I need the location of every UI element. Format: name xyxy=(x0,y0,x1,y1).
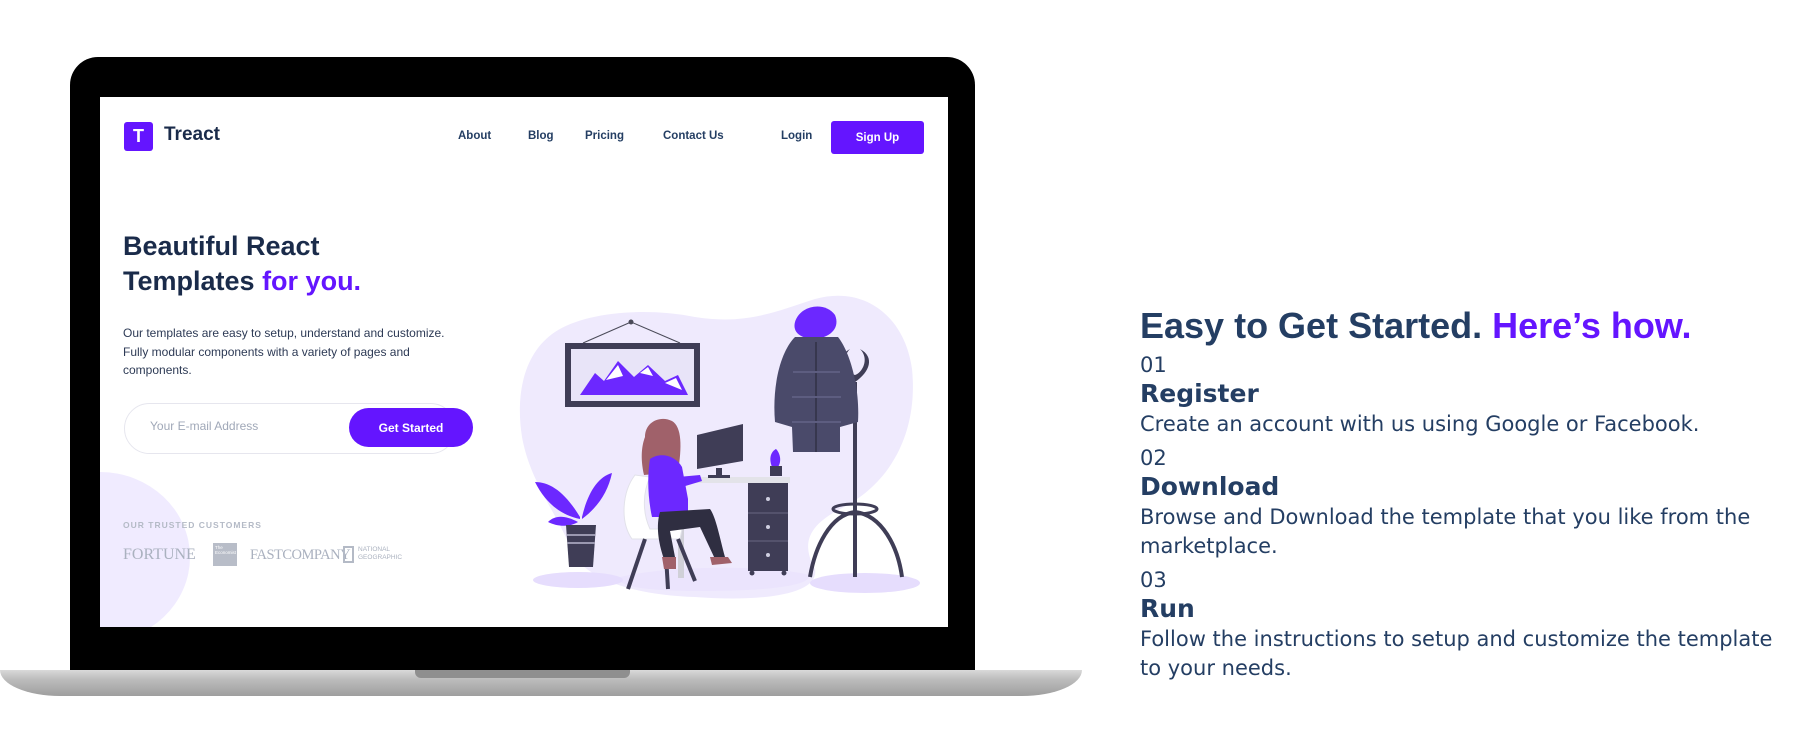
step-number: 01 xyxy=(1140,353,1167,377)
economist-logo: The Economist xyxy=(213,543,237,566)
fast-company-logo: FASTCOMPANY xyxy=(250,547,351,563)
logo-icon[interactable]: T xyxy=(124,122,153,151)
nav-contact-us[interactable]: Contact Us xyxy=(663,130,724,142)
step-description: Follow the instructions to setup and cus… xyxy=(1140,627,1773,680)
email-input[interactable]: Your E-mail Address xyxy=(150,419,320,433)
step-heading: Download xyxy=(1140,472,1280,501)
signup-button[interactable]: Sign Up xyxy=(831,121,924,154)
national-geographic-logo: NATIONAL GEOGRAPHIC xyxy=(358,546,403,561)
step-download: 02 Download Browse and Download the temp… xyxy=(1140,445,1780,561)
step-description: Create an account with us using Google o… xyxy=(1140,412,1700,436)
step-heading: Run xyxy=(1140,594,1195,623)
hero-illustration xyxy=(519,295,920,599)
get-started-button[interactable]: Get Started xyxy=(349,408,473,447)
hero-heading-accent: for you. xyxy=(262,266,362,296)
nav-blog[interactable]: Blog xyxy=(528,130,554,142)
step-heading: Register xyxy=(1140,379,1259,408)
fortune-logo: FORTUNE xyxy=(123,546,196,563)
national-geographic-frame-icon xyxy=(343,546,354,563)
step-number: 02 xyxy=(1140,446,1167,470)
step-description: Browse and Download the template that yo… xyxy=(1140,505,1751,558)
section-title-main: Easy to Get Started. xyxy=(1140,305,1483,346)
step-register: 01 Register Create an account with us us… xyxy=(1140,352,1780,439)
step-run: 03 Run Follow the instructions to setup … xyxy=(1140,567,1780,683)
floor-shadow-plant xyxy=(533,572,623,588)
nav-pricing[interactable]: Pricing xyxy=(585,130,624,142)
brand-name[interactable]: Treact xyxy=(164,124,220,146)
hero-heading: Beautiful React Templates for you. xyxy=(123,229,453,299)
hero-description: Our templates are easy to setup, underst… xyxy=(123,326,445,377)
plant-pot xyxy=(566,525,596,567)
login-link[interactable]: Login xyxy=(781,130,812,142)
email-form: Your E-mail Address Get Started xyxy=(124,403,473,454)
section-title: Easy to Get Started. Here’s how. xyxy=(1140,305,1692,347)
nav-about[interactable]: About xyxy=(458,130,491,142)
section-title-accent: Here’s how. xyxy=(1492,305,1692,346)
laptop-screen: T Treact About Blog Pricing Contact Us L… xyxy=(100,97,948,627)
step-number: 03 xyxy=(1140,568,1167,592)
trusted-customers-label: OUR TRUSTED CUSTOMERS xyxy=(123,520,262,530)
laptop-notch xyxy=(415,670,630,678)
